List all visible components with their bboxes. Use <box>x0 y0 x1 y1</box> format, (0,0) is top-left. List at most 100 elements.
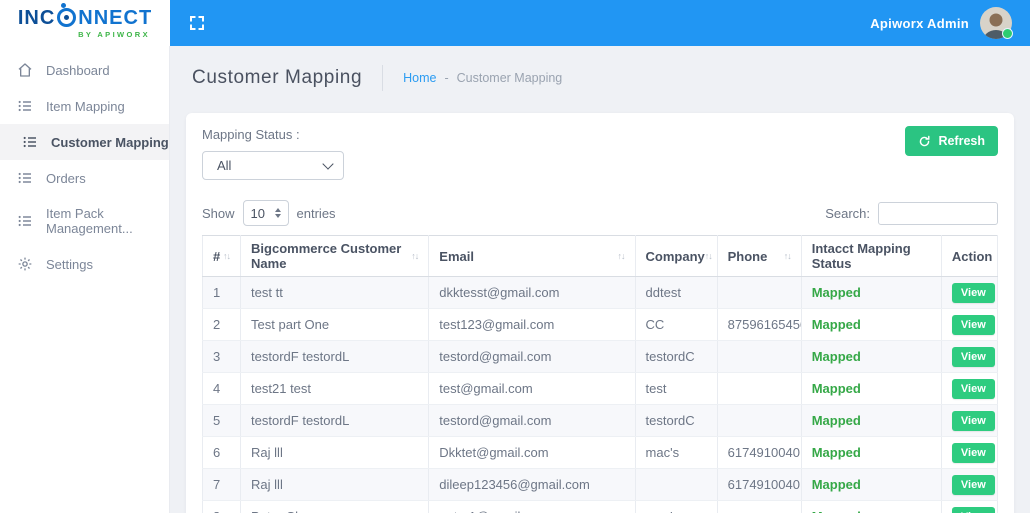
topbar-user-area[interactable]: Apiworx Admin <box>870 7 1013 39</box>
cell-email: peter1@gmail.com <box>428 500 636 513</box>
view-button[interactable]: View <box>951 378 995 399</box>
sidebar-item-dashboard[interactable]: Dashboard <box>0 52 169 88</box>
cell-num: 3 <box>201 340 242 373</box>
breadcrumb-home-link[interactable]: Home <box>403 71 436 85</box>
refresh-button-label: Refresh <box>938 134 985 148</box>
status-badge: Mapped <box>812 509 861 513</box>
cell-mapping-status: Mapped <box>800 436 942 469</box>
cell-mapping-status: Mapped <box>800 308 942 341</box>
view-button[interactable]: View <box>951 314 995 335</box>
table-row: 3 testordF testordL testord@gmail.com te… <box>201 340 999 373</box>
refresh-button[interactable]: Refresh <box>905 126 998 156</box>
cell-action: View <box>940 436 999 469</box>
page-length-value: 10 <box>250 205 265 221</box>
search-input[interactable] <box>878 201 998 225</box>
brand-name-prefix: INC <box>17 6 56 29</box>
cell-num: 7 <box>201 468 242 501</box>
sort-icon[interactable]: ↑↓ <box>784 251 792 261</box>
cell-customer-name: Test part One <box>240 308 430 341</box>
page-title: Customer Mapping <box>192 67 363 88</box>
page-length-select[interactable]: 10 <box>242 200 289 226</box>
mapping-status-select[interactable]: All <box>202 151 344 180</box>
cell-email: testord@gmail.com <box>428 340 636 373</box>
list-icon <box>23 136 36 148</box>
cell-email: test123@gmail.com <box>428 308 636 341</box>
cell-phone: 87596165456 <box>716 308 802 341</box>
sort-icon[interactable]: ↑↓ <box>618 251 626 261</box>
status-badge: Mapped <box>811 317 861 332</box>
user-avatar[interactable] <box>980 7 1013 39</box>
brand-tagline: BY APIWORX <box>78 29 150 39</box>
page-header: Customer Mapping Home - Customer Mapping <box>170 46 1030 110</box>
cell-company: mac's <box>634 500 718 513</box>
search-control: Search: <box>825 201 998 225</box>
column-header-name[interactable]: Bigcommerce Customer Name ↑↓ <box>240 235 430 277</box>
column-header-num[interactable]: # ↑↓ <box>201 235 242 277</box>
table-row: 2 Test part One test123@gmail.com CC 875… <box>201 308 999 341</box>
cell-action: View <box>940 276 999 309</box>
view-button[interactable]: View <box>951 506 995 513</box>
cell-action: View <box>940 372 999 405</box>
mapping-status-label: Mapping Status : <box>202 127 300 142</box>
cell-phone <box>716 372 802 405</box>
sidebar-item-item-pack-management[interactable]: Item Pack Management... <box>0 196 169 246</box>
sidebar-item-settings[interactable]: Settings <box>0 246 169 282</box>
view-button[interactable]: View <box>951 410 995 431</box>
cell-num: 8 <box>201 500 242 513</box>
sidebar-item-orders[interactable]: Orders <box>0 160 169 196</box>
fullscreen-icon[interactable] <box>188 14 206 32</box>
column-header-email[interactable]: Email ↑↓ <box>428 235 636 277</box>
breadcrumb-separator: - <box>444 71 449 85</box>
cell-num: 4 <box>201 372 242 405</box>
column-header-action: Action <box>940 235 999 277</box>
cell-company: test <box>634 372 718 405</box>
cell-mapping-status: Mapped <box>800 468 942 501</box>
table-body: 1 test tt dkktesst@gmail.com ddtest Mapp… <box>201 276 999 513</box>
gear-icon <box>18 257 32 271</box>
cell-mapping-status: Mapped <box>800 340 942 373</box>
home-icon <box>18 63 32 77</box>
column-header-company[interactable]: Company ↑↓ <box>634 235 718 277</box>
sidebar-item-customer-mapping[interactable]: Customer Mapping <box>0 124 169 160</box>
sort-icon[interactable]: ↑↓ <box>411 251 419 261</box>
table-row: 6 Raj lll Dkktet@gmail.com mac's 6174910… <box>201 436 999 469</box>
table-row: 7 Raj lll dileep123456@gmail.com 6174910… <box>201 468 999 501</box>
breadcrumb: Home - Customer Mapping <box>403 71 562 85</box>
breadcrumb-current: Customer Mapping <box>456 71 563 85</box>
view-button[interactable]: View <box>951 474 995 495</box>
customer-mapping-table: # ↑↓ Bigcommerce Customer Name ↑↓ Email ↑↓ … <box>201 235 999 513</box>
app-window: INC NNECT BY APIWORX Apiworx Admin Dashb… <box>0 0 1030 513</box>
topbar: Apiworx Admin <box>170 0 1030 46</box>
cell-phone: 6174910040 <box>716 436 802 469</box>
brand-logo[interactable]: INC NNECT BY APIWORX <box>0 0 170 46</box>
cell-mapping-status: Mapped <box>800 500 942 513</box>
cell-company: CC <box>634 308 718 341</box>
sidebar-item-label: Settings <box>46 256 93 272</box>
sidebar-item-label: Orders <box>46 170 86 186</box>
cell-company: testordC <box>634 340 718 373</box>
entries-label: entries <box>296 205 336 221</box>
cell-phone <box>716 340 802 373</box>
view-button[interactable]: View <box>951 282 995 303</box>
column-header-phone[interactable]: Phone ↑↓ <box>716 235 802 277</box>
sidebar-item-label: Item Mapping <box>46 98 125 114</box>
sidebar-item-label: Dashboard <box>46 62 110 78</box>
sort-icon[interactable]: ↑↓ <box>223 251 231 261</box>
main-content: Customer Mapping Home - Customer Mapping… <box>170 46 1030 513</box>
show-label: Show <box>202 205 235 221</box>
cell-customer-name: Raj lll <box>240 436 430 469</box>
status-badge: Mapped <box>811 349 861 364</box>
sidebar-item-item-mapping[interactable]: Item Mapping <box>0 88 169 124</box>
connect-orbit-icon <box>57 3 77 27</box>
cell-company: testordC <box>634 404 718 437</box>
cell-phone <box>716 404 802 437</box>
view-button[interactable]: View <box>951 442 995 463</box>
cell-action: View <box>940 468 999 501</box>
table-row: 4 test21 test test@gmail.com test Mapped… <box>201 372 999 405</box>
sort-icon[interactable]: ↑↓ <box>705 251 713 261</box>
column-header-status: Intacct Mapping Status <box>800 235 942 277</box>
table-controls: Show 10 entries Search: <box>202 200 998 226</box>
user-name[interactable]: Apiworx Admin <box>870 16 969 31</box>
sidebar: Dashboard Item Mapping Customer Mapping … <box>0 46 170 513</box>
view-button[interactable]: View <box>951 346 995 367</box>
